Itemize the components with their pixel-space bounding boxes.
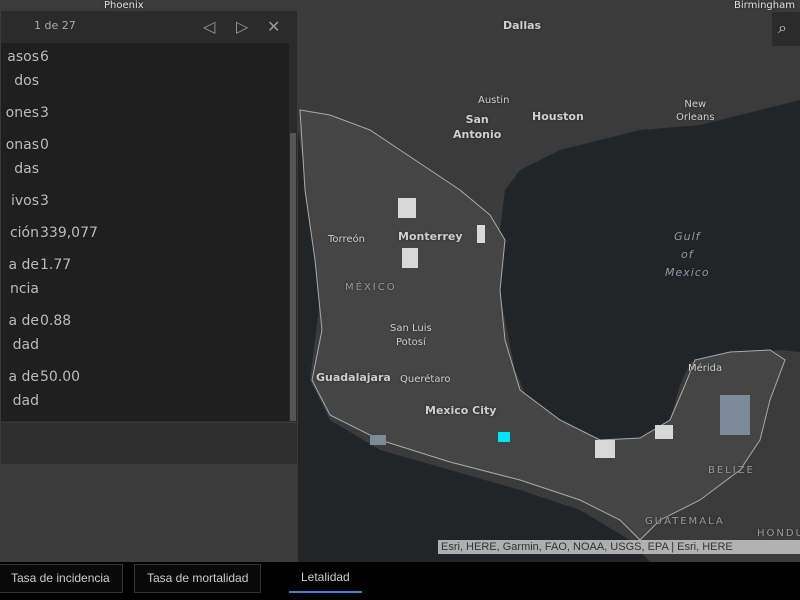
field-value: 3 (40, 193, 49, 209)
field-label: a de dad (8, 369, 39, 409)
chevron-right-icon[interactable]: ▷ (236, 17, 248, 36)
label-mexico-city: Mexico City (425, 404, 497, 417)
mid-region (720, 395, 750, 435)
mid-region (370, 435, 386, 445)
label-new-orleans: New Orleans (676, 99, 715, 123)
highlighted-municipality[interactable] (498, 432, 510, 442)
label-houston: Houston (532, 110, 584, 123)
label-dallas: Dallas (503, 19, 542, 32)
search-icon: ⌕ (778, 18, 787, 37)
field-label: ivos (10, 193, 39, 209)
label-belize: BELIZE (708, 465, 755, 476)
light-region (398, 198, 416, 218)
field-value: 50.00 (40, 369, 81, 385)
tab-tasa-de-incidencia[interactable]: Tasa de incidencia (0, 564, 123, 593)
label-mexico-country: MÉXICO (345, 282, 397, 293)
light-region (595, 440, 615, 458)
label-guadalajara: Guadalajara (316, 371, 391, 384)
light-region (655, 425, 673, 439)
label-queretaro: Querétaro (400, 374, 451, 385)
label-san-antonio: San Antonio (453, 113, 502, 141)
feature-count: 1 de 27 (34, 19, 76, 32)
label-san-luis-potosi: San Luis Potosí (390, 323, 432, 348)
search-button[interactable]: ⌕ (772, 12, 800, 46)
label-honduras: HONDU (757, 528, 800, 539)
popup-header: 1 de 27 ◁ ▷ ✕ (1, 11, 297, 43)
feature-popup: 1 de 27 ◁ ▷ ✕ asos dos 6 ones 3 onas das 0 ivo… (0, 10, 298, 465)
light-region (402, 248, 418, 268)
field-value: 339,077 (40, 225, 98, 241)
field-value: 0 (40, 137, 49, 153)
field-value: 1.77 (40, 257, 72, 273)
field-label: onas das (5, 137, 39, 177)
scrollbar-thumb[interactable] (290, 133, 296, 421)
tab-bar: Tasa de incidencia Tasa de mortalidad Leta… (0, 562, 800, 600)
label-monterrey: Monterrey (398, 230, 463, 243)
tab-tasa-de-mortalidad[interactable]: Tasa de mortalidad (134, 564, 262, 593)
field-label: ción (9, 225, 39, 241)
label-merida: Mérida (688, 363, 723, 374)
map-attribution: Esri, HERE, Garmin, FAO, NOAA, USGS, EPA… (438, 540, 800, 554)
field-value: 3 (40, 105, 49, 121)
field-label: asos dos (7, 49, 39, 89)
label-guatemala: GUATEMALA (645, 516, 725, 527)
label-phoenix: Phoenix (104, 0, 144, 11)
label-austin: Austin (478, 95, 510, 106)
field-label: a de dad (8, 313, 39, 353)
tab-letalidad[interactable]: Letalidad (289, 564, 362, 593)
label-gulf-of-mexico: Gulf of Mexico (665, 230, 710, 279)
field-value: 6 (40, 49, 49, 65)
label-birmingham: Birmingham (734, 0, 795, 11)
field-label: a de ncia (8, 257, 39, 297)
popup-footer (1, 422, 297, 464)
field-value: 0.88 (40, 313, 72, 329)
chevron-left-icon[interactable]: ◁ (203, 17, 215, 36)
popup-content: asos dos 6 ones 3 onas das 0 ivos 3 ción 339,077 a… (1, 43, 289, 421)
field-label: ones (5, 105, 39, 121)
label-torreon: Torreón (328, 234, 365, 245)
light-region (477, 225, 485, 243)
close-icon[interactable]: ✕ (267, 17, 280, 36)
